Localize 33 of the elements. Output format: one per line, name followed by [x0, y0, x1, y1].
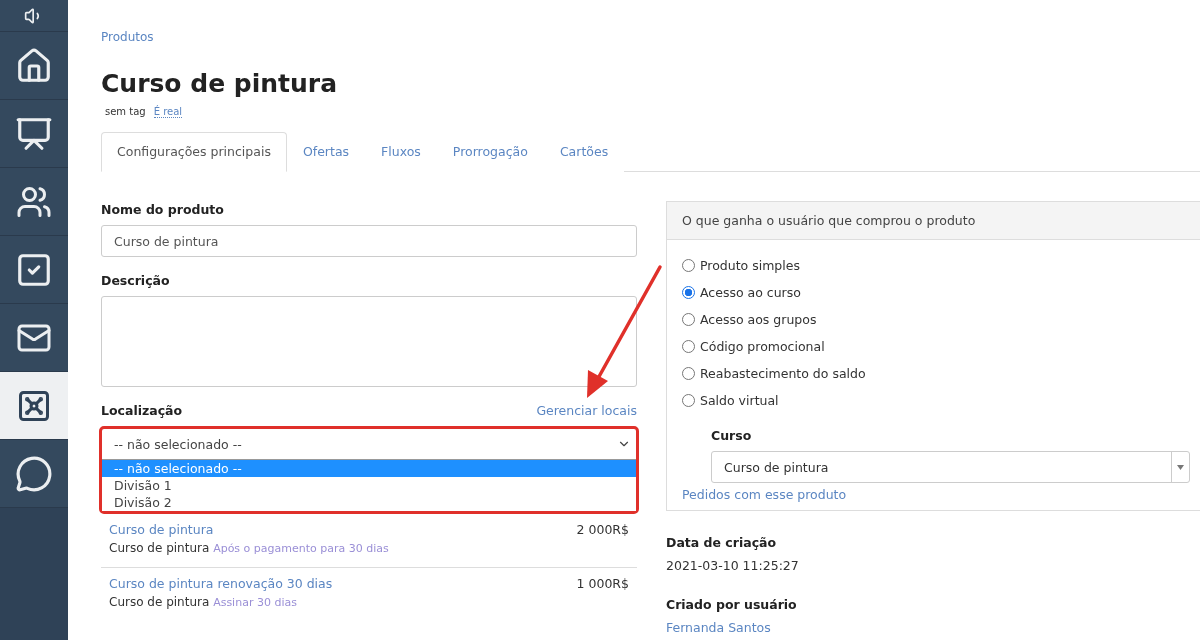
radio-label: Acesso ao curso: [700, 285, 801, 300]
radio-label: Código promocional: [700, 339, 825, 354]
field-label: Descrição: [101, 273, 171, 288]
breadcrumb-link[interactable]: Produtos: [101, 30, 154, 44]
field-label: Localização: [101, 403, 183, 418]
offer-price: 1 000R$: [576, 576, 629, 591]
radio-label: Acesso aos grupos: [700, 312, 817, 327]
tab[interactable]: Configurações principais: [101, 132, 287, 172]
page-title: Curso de pintura: [101, 69, 338, 98]
manage-locations-link[interactable]: Gerenciar locais: [536, 403, 637, 418]
offer-details: Curso de pintura Assinar 30 dias: [109, 595, 298, 609]
user-link[interactable]: Fernanda Santos: [666, 620, 1200, 635]
creation-date: 2021-03-10 11:25:27: [666, 558, 800, 573]
panel-title: O que ganha o usuário que comprou o produto: [667, 202, 1200, 240]
dropdown-option[interactable]: Divisão 2: [102, 494, 636, 511]
tag-link[interactable]: É real: [153, 106, 183, 118]
field-label: Data de criação: [666, 535, 778, 550]
tag-text: sem tag: [105, 106, 146, 118]
radio-label: Saldo virtual: [700, 393, 779, 408]
offer-link[interactable]: Curso de pintura renovação 30 dias: [109, 576, 333, 591]
course-select[interactable]: Curso de pintura: [711, 451, 1190, 483]
select-field[interactable]: -- não selecionado --: [102, 429, 636, 459]
field-label: Curso: [711, 428, 753, 443]
radio-label: Produto simples: [700, 258, 800, 273]
field-label: Criado por usuário: [666, 597, 798, 612]
input-field[interactable]: Curso de pintura: [101, 225, 637, 257]
dropdown-option[interactable]: -- não selecionado --: [102, 460, 636, 477]
orders-link[interactable]: Pedidos com esse produto: [682, 487, 1190, 502]
radio-label: Reabastecimento do saldo: [700, 366, 866, 381]
offer-link[interactable]: Curso de pintura: [109, 522, 214, 537]
field-label: Nome do produto: [101, 202, 225, 217]
offer-details: Curso de pintura Após o pagamento para 30 dias: [109, 541, 390, 555]
offer-price: 2 000R$: [576, 522, 629, 537]
